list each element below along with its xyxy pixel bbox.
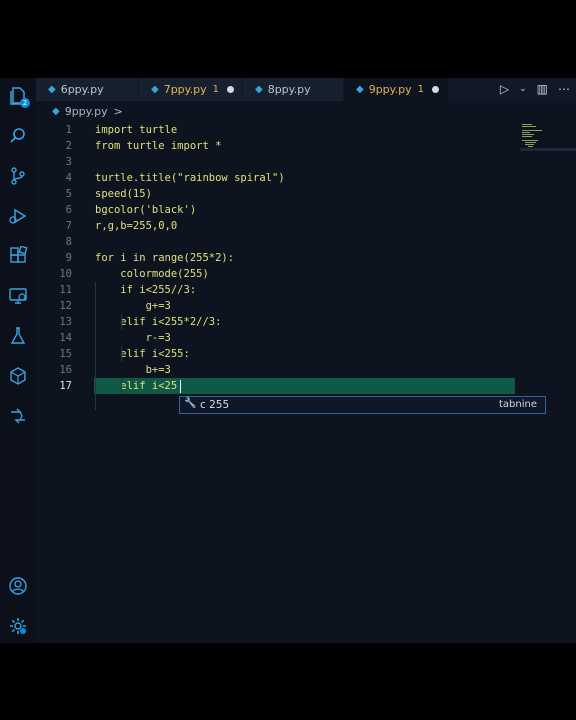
line-number: 17 [59, 380, 72, 392]
line-number: 8 [65, 236, 72, 248]
code-text[interactable]: elif i<255: [95, 346, 190, 362]
line-number: 13 [59, 316, 72, 328]
code-text[interactable]: elif i<25 [95, 378, 177, 394]
testing-flask-icon[interactable] [6, 324, 30, 348]
line-number: 11 [59, 284, 72, 296]
code-text[interactable]: speed(15) [95, 186, 152, 202]
line-number: 16 [59, 364, 72, 376]
code-line[interactable]: 15 elif i<255: [36, 346, 576, 362]
code-line[interactable]: 8 [36, 234, 576, 250]
more-actions-icon[interactable]: ⋯ [558, 82, 570, 96]
indent-guide [121, 378, 122, 394]
text-cursor [180, 380, 181, 393]
python-file-icon: ◆ [255, 84, 263, 95]
code-line[interactable]: 2 from turtle import * [36, 138, 576, 154]
line-number: 3 [65, 156, 72, 168]
code-line[interactable]: 1 import turtle [36, 122, 576, 138]
line-number: 4 [65, 172, 72, 184]
source-control-icon[interactable] [6, 164, 30, 188]
run-debug-icon[interactable] [6, 204, 30, 228]
settings-gear-icon[interactable] [6, 614, 30, 638]
split-editor-icon[interactable]: ▥ [537, 82, 548, 96]
python-file-icon: ◆ [151, 84, 159, 95]
code-line[interactable]: 13 elif i<255*2//3: [36, 314, 576, 330]
editor-tab-bar: ◆ 6ppy.py ◆ 7ppy.py 1 ◆ 8ppy.py ◆ 9ppy.p… [36, 78, 576, 101]
extensions-icon[interactable] [6, 244, 30, 268]
tab-8ppy[interactable]: ◆ 8ppy.py [243, 78, 343, 101]
code-line[interactable]: 5 speed(15) [36, 186, 576, 202]
search-icon[interactable] [6, 124, 30, 148]
code-text[interactable]: from turtle import * [95, 138, 221, 154]
autocomplete-suggestion[interactable]: 🔧 c 255 tabnine [179, 396, 546, 414]
python-file-icon: ◆ [356, 84, 364, 95]
remote-explorer-icon[interactable] [6, 284, 30, 308]
code-text[interactable]: b+=3 [95, 362, 171, 378]
code-line[interactable]: 12 g+=3 [36, 298, 576, 314]
share-icon[interactable] [6, 404, 30, 428]
unsaved-dot-icon[interactable] [431, 86, 439, 93]
line-number: 5 [65, 188, 72, 200]
line-number: 15 [59, 348, 72, 360]
editor-actions: ▷ ⌄ ▥ ⋯ [500, 82, 570, 96]
indent-guide [95, 282, 96, 410]
code-line[interactable]: 16 b+=3 [36, 362, 576, 378]
code-line[interactable]: 6 bgcolor('black') [36, 202, 576, 218]
problem-count: 1 [417, 84, 424, 95]
run-file-icon[interactable]: ▷ [500, 82, 509, 96]
unsaved-dot-icon[interactable] [226, 86, 234, 93]
code-line[interactable]: 10 colormode(255) [36, 266, 576, 282]
line-number: 10 [59, 268, 72, 280]
code-line[interactable]: 3 [36, 154, 576, 170]
indent-guide [121, 314, 122, 330]
code-line[interactable]: 9 for i in range(255*2): [36, 250, 576, 266]
code-line[interactable]: 17 elif i<25 [36, 378, 576, 394]
code-text[interactable]: g+=3 [95, 298, 171, 314]
code-line[interactable]: 11 if i<255//3: [36, 282, 576, 298]
code-text[interactable]: if i<255//3: [95, 282, 196, 298]
explorer-badge: 2 [20, 98, 30, 108]
indent-guide [121, 346, 122, 362]
vscode-window: 2 ◆ 6ppy.py ◆ 7ppy.py 1 ◆ 8ppy.py ◆ 9ppy… [0, 78, 576, 643]
activity-bar: 2 [0, 78, 36, 643]
code-text[interactable]: for i in range(255*2): [95, 250, 234, 266]
problem-count: 1 [212, 84, 219, 95]
python-file-icon: ◆ [52, 106, 60, 117]
code-line[interactable]: 7 r,g,b=255,0,0 [36, 218, 576, 234]
tab-9ppy[interactable]: ◆ 9ppy.py 1 [344, 78, 448, 101]
breadcrumb[interactable]: ◆ 9ppy.py > [52, 105, 123, 118]
code-text[interactable]: turtle.title("rainbow spiral") [95, 170, 285, 186]
code-text[interactable]: r,g,b=255,0,0 [95, 218, 177, 234]
line-number: 1 [65, 124, 72, 136]
code-text[interactable]: colormode(255) [95, 266, 209, 282]
code-line[interactable]: 14 r-=3 [36, 330, 576, 346]
wrench-icon: 🔧 [184, 398, 197, 409]
python-file-icon: ◆ [48, 84, 56, 95]
tab-7ppy[interactable]: ◆ 7ppy.py 1 [139, 78, 242, 101]
line-number: 2 [65, 140, 72, 152]
code-editor[interactable]: 1 import turtle 2 from turtle import * 3 4 tur… [36, 122, 576, 442]
line-number: 9 [65, 252, 72, 264]
code-text[interactable]: r-=3 [95, 330, 171, 346]
chevron-down-icon[interactable]: ⌄ [519, 84, 527, 96]
code-line[interactable]: 4 turtle.title("rainbow spiral") [36, 170, 576, 186]
line-number: 14 [59, 332, 72, 344]
code-text[interactable]: import turtle [95, 122, 177, 138]
code-text[interactable]: elif i<255*2//3: [95, 314, 221, 330]
package-icon[interactable] [6, 364, 30, 388]
explorer-icon[interactable]: 2 [6, 84, 30, 108]
line-number: 6 [65, 204, 72, 216]
line-number: 7 [65, 220, 72, 232]
line-number: 12 [59, 300, 72, 312]
tab-6ppy[interactable]: ◆ 6ppy.py [36, 78, 138, 101]
code-text[interactable]: bgcolor('black') [95, 202, 196, 218]
account-icon[interactable] [6, 574, 30, 598]
